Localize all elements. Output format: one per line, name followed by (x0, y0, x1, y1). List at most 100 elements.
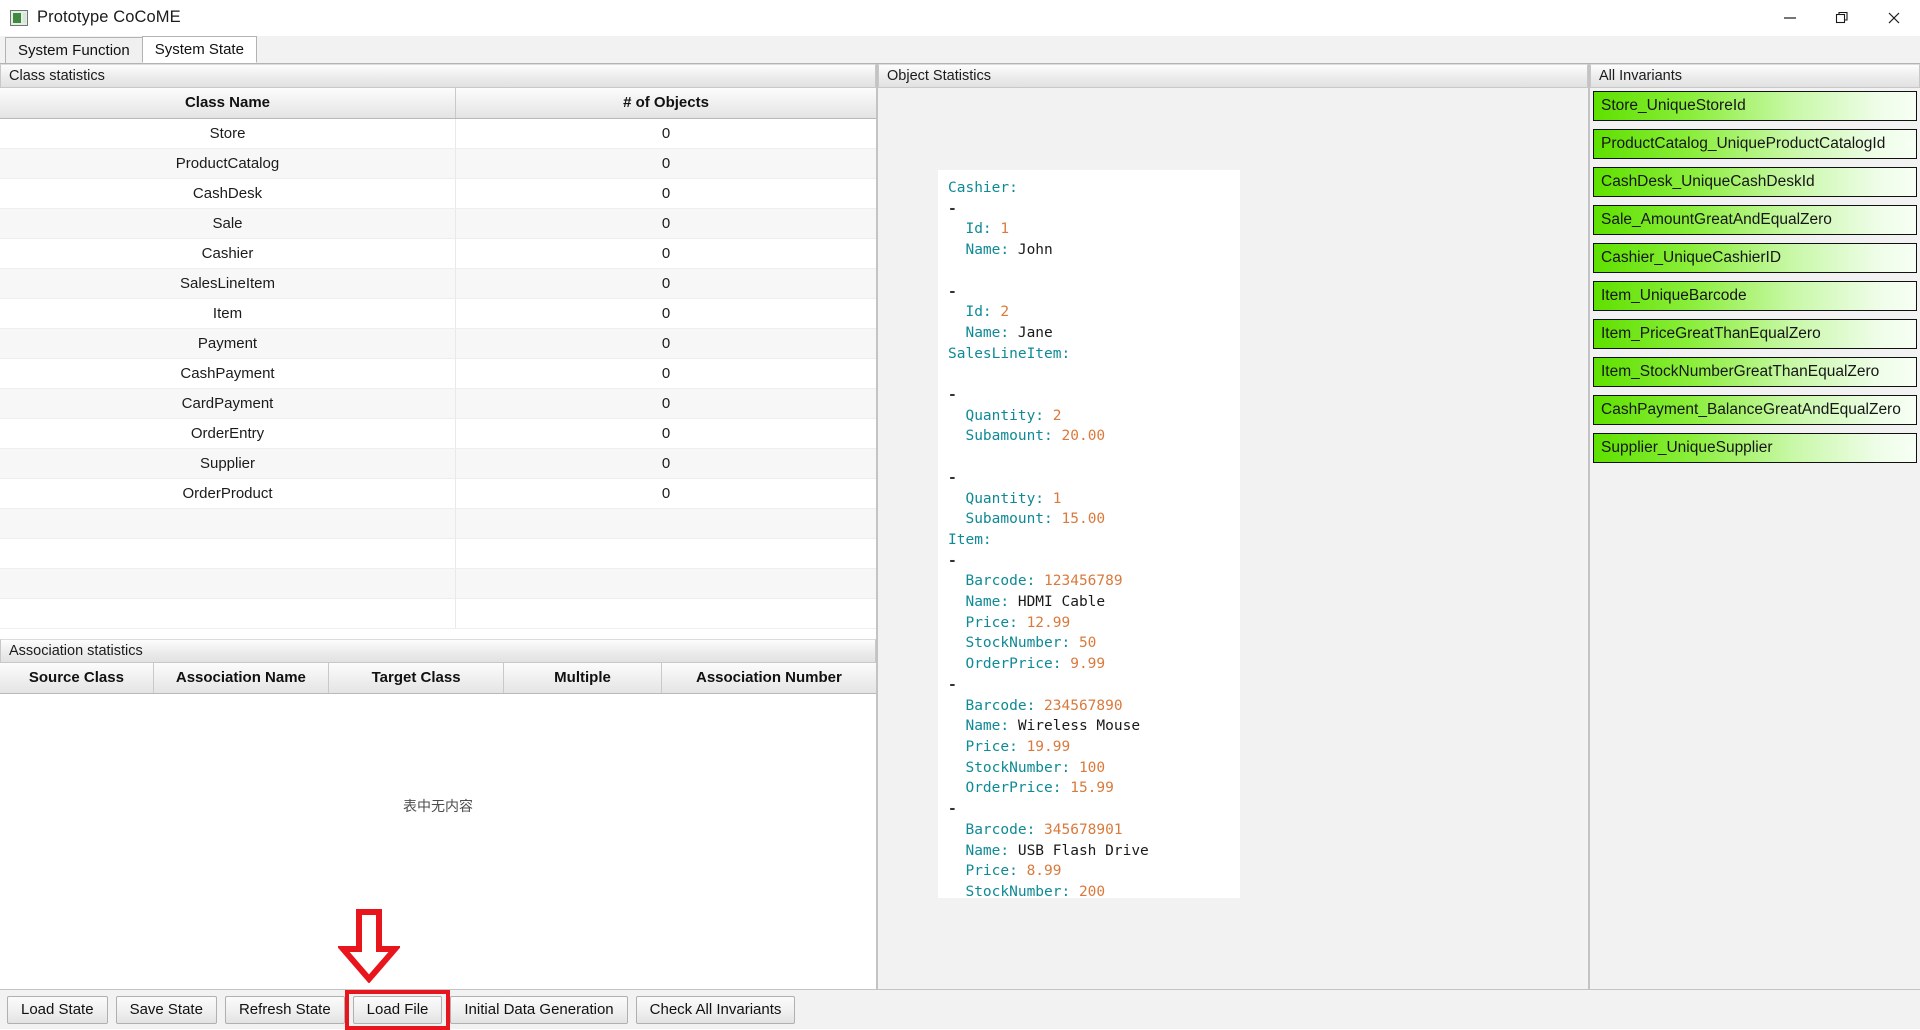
cell-class-name: Payment (0, 328, 456, 358)
object-list-dash: - (948, 468, 1230, 489)
column-header-association-name[interactable]: Association Name (153, 663, 328, 693)
invariant-item[interactable]: Item_UniqueBarcode (1593, 281, 1917, 311)
table-row[interactable]: CardPayment0 (0, 388, 876, 418)
table-row[interactable] (0, 568, 876, 598)
toolbar-button-wrapper: Initial Data Generation (450, 996, 627, 1024)
cell-object-count: 0 (456, 118, 876, 148)
window-title: Prototype CoCoME (37, 8, 181, 27)
column-header-target-class[interactable]: Target Class (328, 663, 503, 693)
tab-bar: System Function System State (0, 36, 1920, 64)
invariant-item[interactable]: Cashier_UniqueCashierID (1593, 243, 1917, 273)
minimize-button[interactable] (1764, 0, 1816, 36)
invariants-panel: All Invariants Store_UniqueStoreId Produc… (1590, 64, 1920, 989)
object-statistics-text[interactable]: Cashier:- Id: 1 Name: John - Id: 2 Name:… (938, 170, 1240, 898)
object-property-line: Barcode: 123456789 (948, 571, 1230, 592)
toolbar-button-save-state[interactable]: Save State (116, 996, 217, 1024)
table-row[interactable] (0, 538, 876, 568)
cell-class-name: Sale (0, 208, 456, 238)
toolbar-button-wrapper: Check All Invariants (636, 996, 796, 1024)
toolbar-button-initial-data-generation[interactable]: Initial Data Generation (450, 996, 627, 1024)
cell-object-count: 0 (456, 418, 876, 448)
bottom-toolbar: Load State Save State Refresh State Load Fi… (0, 989, 1920, 1029)
object-blank-line (948, 261, 1230, 282)
tab-system-function[interactable]: System Function (5, 37, 143, 63)
invariant-item[interactable]: Item_StockNumberGreatThanEqualZero (1593, 357, 1917, 387)
table-row[interactable]: ProductCatalog0 (0, 148, 876, 178)
column-header-association-number[interactable]: Association Number (661, 663, 876, 693)
left-column: Class statistics Class Name # of Objects… (0, 64, 878, 989)
table-row[interactable]: Sale0 (0, 208, 876, 238)
app-icon (10, 10, 28, 26)
object-property-line: Price: 8.99 (948, 861, 1230, 882)
class-statistics-rows: Store0ProductCatalog0CashDesk0Sale0Cashi… (0, 118, 876, 628)
table-row[interactable]: Store0 (0, 118, 876, 148)
column-header-source-class[interactable]: Source Class (0, 663, 153, 693)
object-property-line: StockNumber: 50 (948, 633, 1230, 654)
object-list-dash: - (948, 282, 1230, 303)
column-header-multiple[interactable]: Multiple (504, 663, 662, 693)
object-group-label: Cashier: (948, 178, 1230, 199)
invariant-item[interactable]: Item_PriceGreatThanEqualZero (1593, 319, 1917, 349)
table-row[interactable]: CashPayment0 (0, 358, 876, 388)
invariant-item[interactable]: Supplier_UniqueSupplier (1593, 433, 1917, 463)
object-property-line: Name: Jane (948, 323, 1230, 344)
table-row[interactable]: OrderProduct0 (0, 478, 876, 508)
class-statistics-table-scroll[interactable]: Class Name # of Objects Store0ProductCat… (0, 88, 876, 639)
cell-object-count (456, 568, 876, 598)
table-row[interactable]: Item0 (0, 298, 876, 328)
table-row[interactable]: Cashier0 (0, 238, 876, 268)
object-statistics-panel: Object Statistics Cashier:- Id: 1 Name: … (878, 64, 1590, 989)
cell-object-count: 0 (456, 478, 876, 508)
invariant-item[interactable]: CashPayment_BalanceGreatAndEqualZero (1593, 395, 1917, 425)
toolbar-button-refresh-state[interactable]: Refresh State (225, 996, 345, 1024)
invariant-item[interactable]: ProductCatalog_UniqueProductCatalogId (1593, 129, 1917, 159)
object-property-line: OrderPrice: 15.99 (948, 778, 1230, 799)
cell-class-name (0, 508, 456, 538)
cell-object-count: 0 (456, 268, 876, 298)
invariants-list[interactable]: Store_UniqueStoreId ProductCatalog_Unique… (1590, 88, 1920, 989)
table-row[interactable]: CashDesk0 (0, 178, 876, 208)
toolbar-button-wrapper: Load State (7, 996, 108, 1024)
invariant-item[interactable]: Sale_AmountGreatAndEqualZero (1593, 205, 1917, 235)
cell-object-count: 0 (456, 298, 876, 328)
object-property-line: Price: 12.99 (948, 613, 1230, 634)
cell-class-name: Store (0, 118, 456, 148)
tab-system-state[interactable]: System State (142, 36, 257, 63)
invariant-item[interactable]: Store_UniqueStoreId (1593, 91, 1917, 121)
close-button[interactable] (1868, 0, 1920, 36)
table-row[interactable]: SalesLineItem0 (0, 268, 876, 298)
cell-class-name: Item (0, 298, 456, 328)
cell-object-count: 0 (456, 328, 876, 358)
cell-object-count (456, 598, 876, 628)
cell-class-name (0, 568, 456, 598)
table-row[interactable] (0, 598, 876, 628)
cell-object-count: 0 (456, 358, 876, 388)
table-row[interactable] (0, 508, 876, 538)
object-property-line: Subamount: 20.00 (948, 426, 1230, 447)
object-group-label: Item: (948, 530, 1230, 551)
toolbar-button-check-all-invariants[interactable]: Check All Invariants (636, 996, 796, 1024)
invariant-item[interactable]: CashDesk_UniqueCashDeskId (1593, 167, 1917, 197)
cell-object-count: 0 (456, 178, 876, 208)
object-list-dash: - (948, 799, 1230, 820)
object-property-line: OrderPrice: 9.99 (948, 654, 1230, 675)
table-row[interactable]: OrderEntry0 (0, 418, 876, 448)
column-header-class-name[interactable]: Class Name (0, 88, 456, 118)
table-row[interactable]: Supplier0 (0, 448, 876, 478)
object-property-line: StockNumber: 100 (948, 758, 1230, 779)
table-row[interactable]: Payment0 (0, 328, 876, 358)
toolbar-button-load-state[interactable]: Load State (7, 996, 108, 1024)
cell-class-name (0, 538, 456, 568)
empty-table-message: 表中无内容 (403, 796, 473, 816)
maximize-button[interactable] (1816, 0, 1868, 36)
cell-object-count: 0 (456, 238, 876, 268)
object-list-dash: - (948, 385, 1230, 406)
window-title-bar: Prototype CoCoME (0, 0, 1920, 36)
column-header-object-count[interactable]: # of Objects (456, 88, 876, 118)
object-property-line: Name: Wireless Mouse (948, 716, 1230, 737)
toolbar-button-load-file[interactable]: Load File (353, 996, 443, 1024)
main-content: Class statistics Class Name # of Objects… (0, 64, 1920, 989)
cell-class-name (0, 598, 456, 628)
object-blank-line (948, 447, 1230, 468)
invariants-caption: All Invariants (1590, 64, 1920, 88)
